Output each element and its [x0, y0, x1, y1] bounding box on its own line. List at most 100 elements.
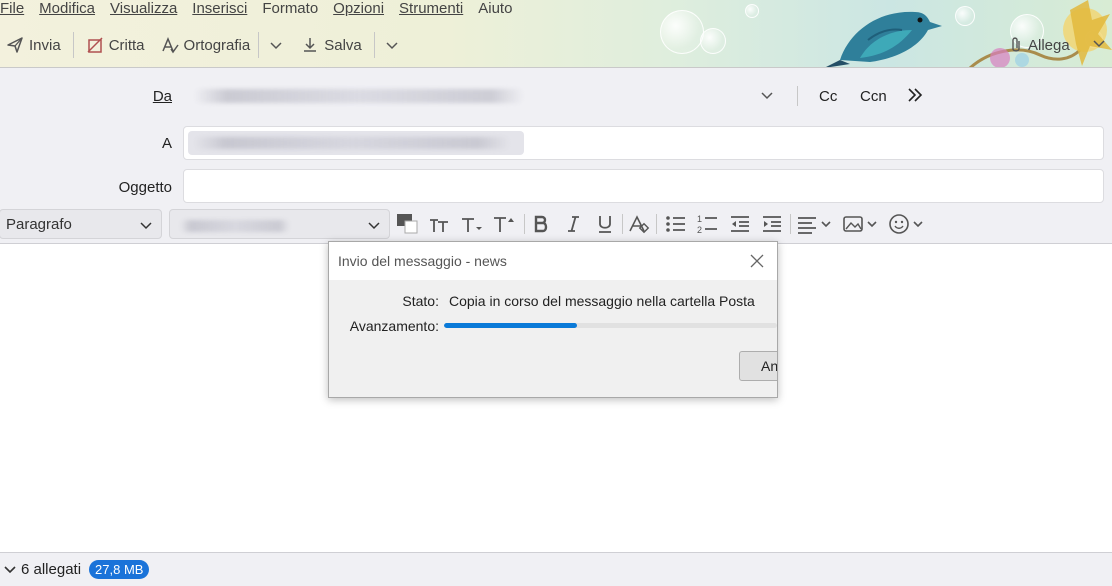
redacted-font-name	[180, 220, 290, 232]
redacted-recipient	[194, 137, 510, 149]
menu-help[interactable]: Aiuto	[478, 0, 512, 20]
align-left-icon	[798, 217, 831, 234]
toolbar-separator	[258, 32, 260, 58]
recipient-pill[interactable]	[188, 131, 524, 155]
chevron-down-icon	[1093, 40, 1105, 48]
spelling-dropdown-button[interactable]	[265, 30, 287, 60]
attach-label: Allega	[1028, 36, 1070, 54]
from-label: Da	[120, 88, 172, 105]
indent-icon	[763, 216, 781, 232]
compose-toolbar: Invia Critta Ortografia Salva	[0, 30, 403, 60]
remove-formatting-button[interactable]	[627, 212, 651, 236]
attachments-count: 6 allegati	[21, 561, 82, 578]
indent-button[interactable]	[760, 212, 784, 236]
subject-label: Oggetto	[118, 179, 172, 196]
paragraph-format-select[interactable]: Paragrafo	[0, 209, 162, 239]
menu-options-label: Opzioni	[333, 0, 385, 17]
insert-emoji-button[interactable]	[888, 212, 926, 236]
send-label: Invia	[29, 36, 61, 54]
menu-view[interactable]: Visualizza	[110, 0, 177, 20]
menubar: File Modifica Visualizza Inserisci Forma…	[0, 0, 527, 20]
chevron-down-icon	[386, 42, 398, 50]
subject-field[interactable]	[183, 169, 1104, 203]
chevron-down-icon	[270, 42, 282, 50]
attachments-size-badge: 27,8 MB	[89, 560, 150, 579]
menu-format[interactable]: Formato	[262, 0, 318, 20]
font-size-larger-button[interactable]	[492, 212, 518, 236]
dialog-titlebar: Invio del messaggio - news	[329, 242, 777, 280]
eraser-icon	[629, 215, 650, 234]
font-smaller-icon	[430, 219, 448, 232]
text-color-icon	[397, 214, 418, 234]
dialog-close-button[interactable]	[747, 251, 767, 274]
decor-bubble	[660, 10, 704, 54]
to-field[interactable]	[183, 126, 1104, 160]
menu-options[interactable]: Opzioni	[333, 0, 384, 20]
dialog-content: Invio del messaggio - news Stato: Copia …	[329, 242, 777, 397]
spelling-icon	[161, 37, 179, 54]
encrypt-button[interactable]: Critta	[80, 30, 151, 60]
italic-button[interactable]	[562, 212, 584, 236]
attachments-bar: 6 allegati 27,8 MB	[0, 552, 1112, 586]
bold-button[interactable]	[530, 212, 552, 236]
attach-button[interactable]: Allega	[1010, 30, 1070, 60]
insert-image-button[interactable]	[842, 212, 880, 236]
svg-text:2: 2	[697, 225, 702, 235]
menu-insert-label: Inserisci	[192, 0, 248, 17]
progress-bar	[444, 323, 777, 328]
encrypt-label: Critta	[108, 36, 145, 54]
alignment-button[interactable]	[796, 212, 834, 236]
outdent-button[interactable]	[728, 212, 752, 236]
bird-decoration-icon	[826, 11, 942, 67]
format-separator	[622, 214, 623, 234]
menu-tools[interactable]: Strumenti	[399, 0, 463, 20]
more-headers-button[interactable]	[906, 86, 924, 108]
chevron-down-icon	[4, 565, 16, 573]
header-separator	[797, 86, 798, 106]
spelling-button[interactable]: Ortografia	[155, 30, 257, 60]
progress-bar-fill	[444, 323, 578, 328]
format-separator	[656, 214, 657, 234]
bcc-button[interactable]: Ccn	[860, 88, 887, 105]
cc-button[interactable]: Cc	[819, 88, 837, 105]
status-value: Copia in corso del messaggio nella carte…	[449, 293, 755, 309]
format-separator	[524, 214, 525, 234]
outdent-icon	[731, 216, 749, 232]
attach-dropdown-button[interactable]	[1092, 36, 1106, 53]
menu-view-label: Visualizza	[110, 0, 178, 17]
font-select[interactable]	[169, 209, 390, 239]
bold-icon	[534, 215, 548, 233]
attachments-toggle[interactable]: 6 allegati	[3, 561, 81, 578]
from-field[interactable]	[184, 80, 784, 112]
menu-insert[interactable]: Inserisci	[192, 0, 247, 20]
bullet-list-button[interactable]	[664, 212, 688, 236]
paragraph-format-value: Paragrafo	[6, 215, 72, 233]
menu-edit[interactable]: Modifica	[39, 0, 95, 20]
text-color-button[interactable]	[395, 212, 421, 236]
svg-text:1: 1	[697, 214, 702, 224]
toolbar-separator	[373, 32, 375, 58]
download-icon	[304, 38, 317, 52]
redacted-sender	[194, 89, 524, 103]
font-size-decrease-button[interactable]	[428, 212, 452, 236]
underline-button[interactable]	[594, 212, 616, 236]
font-size-smaller-button[interactable]	[460, 212, 486, 236]
numbered-list-button[interactable]: 12	[696, 212, 720, 236]
text-smaller-icon	[462, 218, 482, 232]
send-icon	[7, 37, 23, 53]
format-separator	[790, 214, 791, 234]
save-button[interactable]: Salva	[295, 30, 368, 60]
save-dropdown-button[interactable]	[381, 30, 403, 60]
close-icon	[750, 254, 764, 268]
menu-file[interactable]: File	[0, 0, 24, 20]
bullet-list-icon	[666, 216, 685, 232]
double-chevron-right-icon	[908, 88, 923, 102]
send-button[interactable]: Invia	[0, 30, 67, 60]
encrypt-icon	[87, 37, 103, 53]
paperclip-icon	[1012, 37, 1020, 52]
menu-edit-label: Modifica	[39, 0, 96, 17]
compose-header-fields: Da Cc Ccn A Oggetto	[0, 68, 1112, 244]
chevron-down-icon	[368, 222, 380, 230]
underline-icon	[599, 216, 611, 233]
cancel-button[interactable]: Annulla	[739, 351, 777, 381]
